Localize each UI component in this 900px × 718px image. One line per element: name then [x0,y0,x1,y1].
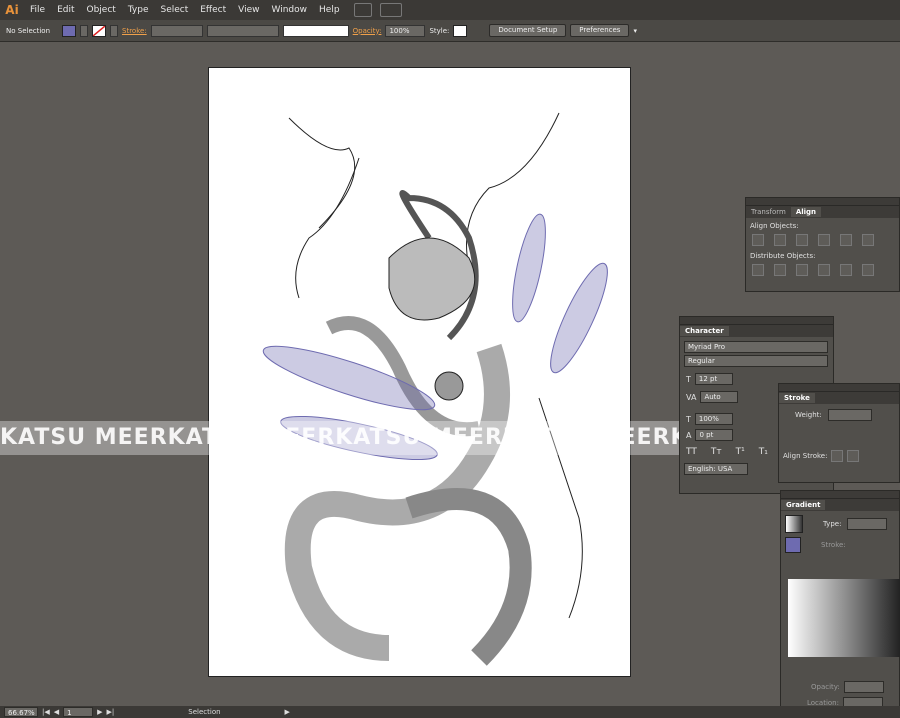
opacity-field[interactable]: 100% [385,24,426,37]
variable-width-dropdown[interactable] [206,24,279,37]
tracking-field[interactable]: Auto [700,391,739,403]
fill-swatch[interactable] [62,24,76,37]
align-panel: Transform Align Align Objects: Distribut… [745,197,900,292]
align-buttons [746,232,899,248]
opacity-label[interactable]: Opacity: [353,27,382,35]
opacity-label: Opacity: [811,683,840,691]
baseline-shift-icon: A [686,430,692,440]
align-middle-icon[interactable] [840,234,852,246]
align-left-icon[interactable] [752,234,764,246]
panel-header[interactable] [680,317,833,325]
gradient-opacity-field[interactable] [843,681,884,693]
distribute-vcenter-icon[interactable] [774,264,786,276]
stroke-panel: Stroke Weight: Align Stroke: [778,383,900,483]
tab-stroke[interactable]: Stroke [779,393,815,403]
menu-help[interactable]: Help [313,5,346,15]
document-setup-button[interactable]: Document Setup [489,24,567,37]
baseline-field[interactable]: 0 pt [695,429,734,441]
distribute-bottom-icon[interactable] [796,264,808,276]
scale-field[interactable]: 100% [694,413,733,425]
menu-bar: Ai File Edit Object Type Select Effect V… [0,0,900,20]
gradient-stroke-label: Stroke: [821,541,846,549]
distribute-left-icon[interactable] [818,264,830,276]
distribute-top-icon[interactable] [752,264,764,276]
stroke-weight-field[interactable] [150,24,203,37]
brush-definition-dropdown[interactable] [282,24,349,37]
panel-header[interactable] [781,491,899,499]
stroke-none-swatch[interactable] [92,24,106,37]
superscript-icon[interactable]: T¹ [736,447,745,457]
prev-page-icon[interactable]: ◀ [54,708,59,716]
style-swatch[interactable] [453,24,468,37]
arrange-icon[interactable]: ▾ [633,27,637,35]
small-caps-icon[interactable]: Tт [711,447,722,457]
fill-dropdown-icon[interactable] [80,24,88,37]
artboard[interactable] [208,67,631,677]
first-page-icon[interactable]: |◀ [42,708,50,716]
none-slash-icon [93,25,105,36]
distribute-hcenter-icon[interactable] [840,264,852,276]
tab-align[interactable]: Align [790,207,822,217]
gradient-thumbnail[interactable] [785,515,803,533]
panel-header[interactable] [746,198,899,206]
align-center-icon[interactable] [774,234,786,246]
fill-stroke-swatch[interactable] [785,537,801,553]
align-stroke-inside-icon[interactable] [847,450,860,462]
gradient-panel: Gradient Type: Stroke: Opacity: Location… [780,490,900,718]
page-field[interactable]: 1 [63,707,94,717]
stroke-label[interactable]: Stroke: [122,27,147,35]
stroke-weight-field[interactable] [827,409,872,421]
align-top-icon[interactable] [818,234,830,246]
align-bottom-icon[interactable] [862,234,874,246]
menu-window[interactable]: Window [266,5,314,15]
gradient-slider[interactable] [788,579,900,657]
menu-file[interactable]: File [24,5,51,15]
align-stroke-label: Align Stroke: [783,452,828,460]
style-label: Style: [429,26,450,35]
panel-header[interactable] [779,384,899,392]
type-label: Type: [823,520,842,528]
font-family-select[interactable]: Myriad Pro [684,341,828,353]
current-tool-label[interactable]: Selection [188,708,220,716]
distribute-buttons [746,262,899,278]
distribute-objects-label: Distribute Objects: [750,252,816,260]
tab-transform[interactable]: Transform [746,207,791,217]
zoom-field[interactable]: 66.67% [4,707,38,717]
font-size-icon: T [686,374,691,384]
font-style-select[interactable]: Regular [684,355,828,367]
selection-label: No Selection [6,26,51,35]
tab-gradient[interactable]: Gradient [781,500,826,510]
dragon-artwork [262,112,608,666]
menu-effect[interactable]: Effect [194,5,232,15]
menu-object[interactable]: Object [81,5,122,15]
tab-character[interactable]: Character [680,326,729,336]
next-page-icon[interactable]: ▶ [97,708,102,716]
weight-label: Weight: [795,411,822,419]
bridge-icon[interactable] [353,3,372,17]
status-bar: 66.67% |◀ ◀ 1 ▶ ▶| Selection ▶ [0,706,900,718]
control-bar: No Selection Stroke: Opacity: 100% Style… [0,20,900,42]
menu-type[interactable]: Type [122,5,155,15]
subscript-icon[interactable]: T₁ [759,447,768,457]
menu-edit[interactable]: Edit [51,5,80,15]
distribute-right-icon[interactable] [862,264,874,276]
align-right-icon[interactable] [796,234,808,246]
app-logo: Ai [5,3,19,17]
stroke-dropdown-icon[interactable] [110,24,118,37]
menu-view[interactable]: View [232,5,265,15]
language-select[interactable]: English: USA [684,463,748,475]
gradient-type-select[interactable] [847,518,888,530]
status-arrow-icon[interactable]: ▶ [285,708,290,716]
align-objects-label: Align Objects: [750,222,799,230]
align-stroke-center-icon[interactable] [831,450,844,462]
font-size-field[interactable]: 12 pt [694,373,733,385]
menu-select[interactable]: Select [154,5,194,15]
arrange-documents-icon[interactable] [379,3,402,17]
preferences-button[interactable]: Preferences [570,24,630,37]
vertical-scale-icon: T [686,414,691,424]
last-page-icon[interactable]: ▶| [107,708,115,716]
tracking-icon: VA [686,392,697,402]
all-caps-icon[interactable]: TT [686,447,697,457]
